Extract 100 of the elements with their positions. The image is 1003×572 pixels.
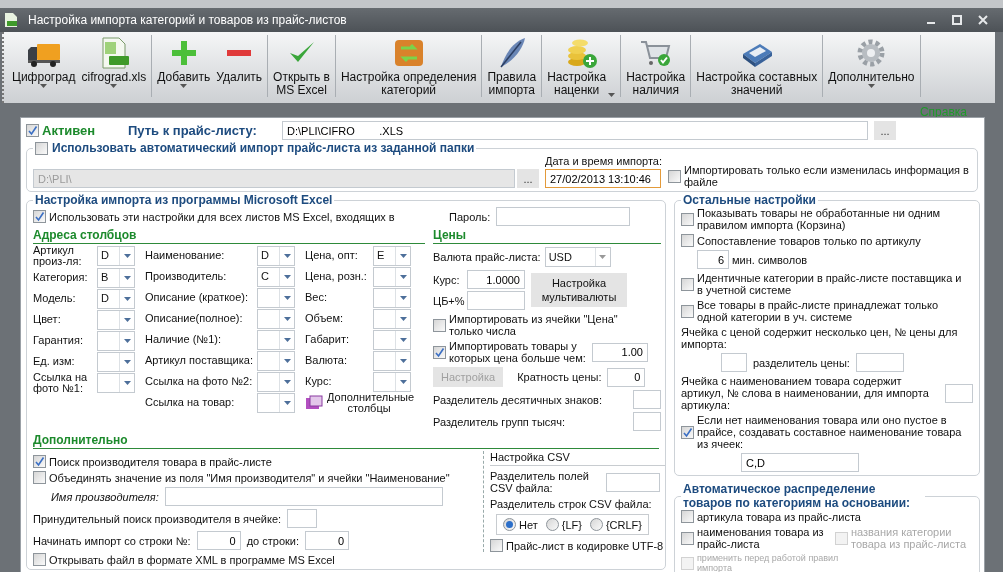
checkbox[interactable]	[26, 124, 39, 137]
column-dropdown[interactable]	[97, 309, 135, 330]
input-field[interactable]: 6	[697, 250, 729, 269]
input-field[interactable]	[721, 353, 747, 372]
input-field[interactable]	[164, 487, 443, 506]
radio-button[interactable]	[589, 518, 603, 531]
checkbox[interactable]	[433, 318, 446, 332]
input-field[interactable]	[633, 412, 661, 431]
input-field[interactable]	[855, 353, 904, 372]
currency-dropdown[interactable]: USD	[544, 247, 611, 267]
checkbox[interactable]	[490, 539, 503, 552]
checkbox[interactable]	[681, 212, 694, 226]
field-label: Валюта:	[305, 355, 348, 366]
toolbar-button[interactable]: cifrograd.xls	[78, 35, 150, 97]
column-dropdown[interactable]	[97, 330, 135, 351]
checkbox[interactable]	[681, 531, 694, 545]
input-field[interactable]: C,D	[741, 453, 859, 472]
checkbox-label: Все товары в прайс-листе принадлежат только одной категории в уч. системе	[697, 299, 940, 323]
field-label: Артикул поставщика:	[145, 355, 253, 366]
column-dropdown[interactable]: C	[257, 266, 295, 287]
checkbox[interactable]	[33, 471, 46, 484]
input-field[interactable]: D:\PLI\CIFRO .XLS	[282, 121, 868, 140]
maximize-icon[interactable]	[952, 15, 962, 25]
browse-button[interactable]: ...	[874, 121, 896, 140]
checkbox[interactable]	[35, 141, 48, 155]
input-field[interactable]: 27/02/2013 13:10:46	[545, 169, 661, 188]
input-field[interactable]: 0	[305, 531, 350, 550]
input-field[interactable]	[467, 291, 525, 310]
field-label: Цена, опт:	[305, 250, 359, 261]
dropdown-arrow-icon	[283, 316, 291, 321]
close-icon[interactable]	[978, 15, 988, 25]
column-dropdown[interactable]	[257, 287, 295, 308]
column-dropdown[interactable]	[373, 371, 411, 392]
column-dropdown[interactable]	[373, 329, 411, 350]
column-dropdown[interactable]: D	[97, 246, 135, 266]
checkbox[interactable]	[681, 510, 694, 523]
column-dropdown[interactable]	[257, 329, 295, 350]
column-dropdown[interactable]	[373, 287, 411, 308]
column-dropdown[interactable]	[373, 350, 411, 371]
checkbox[interactable]	[681, 234, 694, 247]
column-dropdown[interactable]	[257, 371, 295, 392]
column-dropdown[interactable]	[97, 373, 135, 393]
column-dropdown[interactable]: B	[97, 267, 135, 288]
toolbar-button[interactable]: Открыть в MS Excel	[270, 35, 333, 97]
checkbox-label: Импортировать из ячейки "Цена" только числа	[449, 313, 619, 337]
checkbox[interactable]	[33, 455, 46, 468]
column-dropdown[interactable]	[257, 308, 295, 329]
field-label: Кратность цены:	[517, 371, 602, 383]
column-dropdown[interactable]	[257, 350, 295, 371]
radio-button[interactable]	[503, 518, 516, 531]
checkbox[interactable]	[681, 425, 694, 439]
checkbox[interactable]	[681, 277, 694, 291]
checkbox[interactable]	[33, 210, 46, 223]
column-dropdown[interactable]: E	[373, 245, 411, 266]
column-dropdown[interactable]	[373, 266, 411, 287]
toolbar-button[interactable]: Удалить	[213, 35, 266, 97]
toolbar-button[interactable]: Добавить	[154, 35, 214, 97]
column-dropdown[interactable]	[257, 392, 295, 413]
toolbar-button[interactable]: Настройка определения категорий	[337, 35, 480, 97]
field-label: Производитель:	[145, 271, 228, 282]
section-title: Настройка CSV	[490, 451, 570, 463]
toolbar-button[interactable]: Настройка составных значений	[693, 35, 821, 97]
radio-label: Нет	[519, 518, 538, 531]
browse-button[interactable]: ...	[517, 169, 539, 188]
column-dropdown[interactable]	[373, 308, 411, 329]
checkbox[interactable]	[33, 553, 46, 566]
input-field[interactable]	[287, 509, 318, 528]
field-label: Начинать импорт со строки №:	[33, 534, 191, 547]
toolbar-button[interactable]: Дополнительно	[825, 35, 918, 97]
input-field[interactable]: 1.0000	[467, 270, 525, 289]
toolbar-button[interactable]: Правила импорта	[484, 35, 540, 97]
field-label: Описание(полное):	[145, 313, 244, 324]
toolbar-button[interactable]: Настройка наличия	[623, 35, 689, 97]
checkbox[interactable]	[681, 304, 694, 318]
checkbox-label: Импортировать только если изменилась информация в файле	[684, 164, 969, 188]
field-label: Принудительный поиск производителя в ячейке:	[33, 512, 282, 525]
input-field[interactable]: 0	[196, 531, 241, 550]
field-label: Ячейка с ценой содержит несколько цен, № цены для импорта:	[681, 326, 959, 350]
input-field[interactable]	[496, 207, 631, 226]
input-field[interactable]	[945, 383, 973, 403]
input-field[interactable]: 1.00	[592, 342, 648, 362]
dropdown-arrow-icon	[399, 337, 407, 342]
toolbar-button[interactable]: Настройка наценки	[544, 35, 619, 97]
field-label: Пароль:	[449, 210, 491, 223]
radio-button[interactable]	[545, 518, 559, 531]
column-dropdown[interactable]	[97, 351, 135, 372]
checkbox-label: Активен	[42, 123, 97, 138]
dropdown-arrow-icon	[283, 295, 291, 300]
checkbox[interactable]	[668, 169, 681, 183]
dropdown-arrow-icon	[123, 254, 131, 258]
input-field[interactable]: 0	[607, 367, 646, 387]
section-title: Цены	[433, 228, 661, 244]
column-dropdown[interactable]: D	[257, 245, 295, 266]
multicurrency-button[interactable]: Настройка мультивалюты	[531, 273, 627, 307]
input-field[interactable]	[606, 472, 660, 492]
input-field[interactable]	[633, 390, 661, 409]
column-dropdown[interactable]: D	[97, 288, 135, 309]
checkbox-label: наименования товара из прайс-листа	[697, 526, 825, 550]
checkbox[interactable]	[433, 345, 446, 359]
toolbar-button[interactable]: Цифроград	[9, 35, 79, 97]
